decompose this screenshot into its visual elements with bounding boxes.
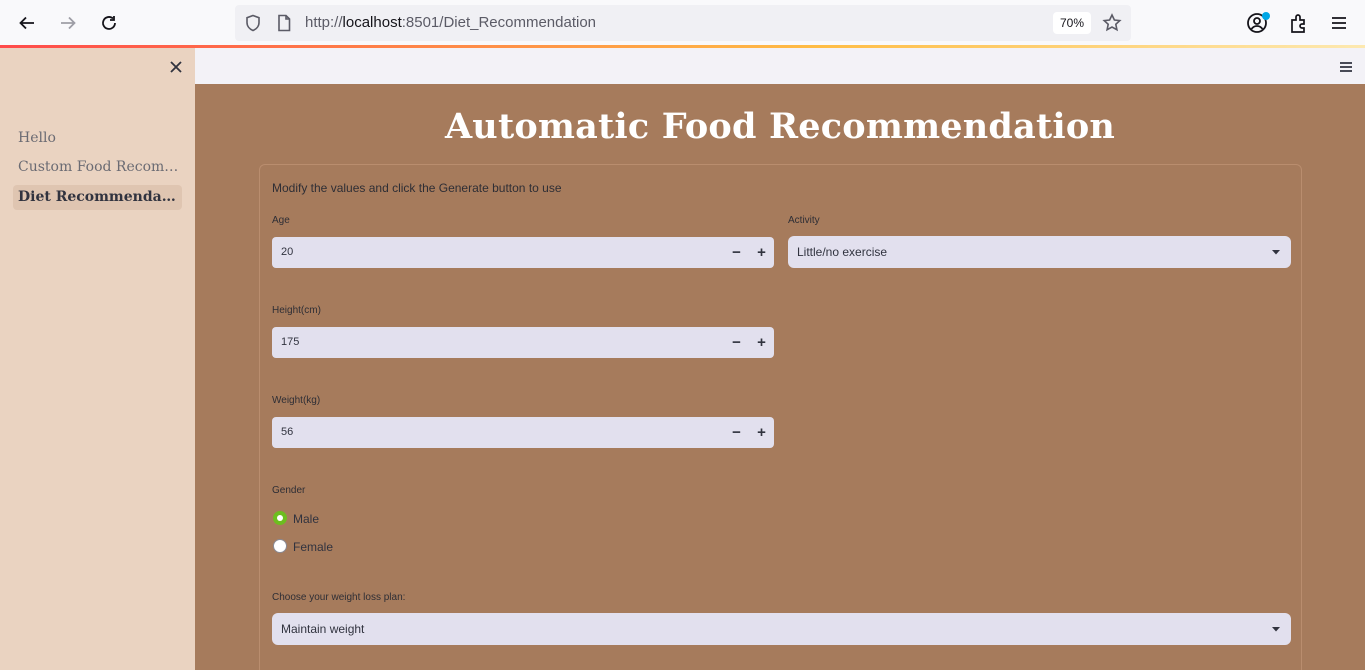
weight-value[interactable]: 56 bbox=[281, 426, 293, 438]
page-title: Automatic Food Recommendation bbox=[444, 106, 1116, 147]
form-instructions: Modify the values and click the Generate… bbox=[272, 181, 562, 195]
sidebar-item-custom-food-recommendation[interactable]: Custom Food Recommendation bbox=[13, 155, 182, 180]
weight-increment-button[interactable]: + bbox=[749, 417, 774, 448]
age-decrement-button[interactable]: − bbox=[724, 237, 749, 268]
height-increment-button[interactable]: + bbox=[749, 327, 774, 358]
weight-loss-plan-label: Choose your weight loss plan: bbox=[272, 592, 406, 603]
forward-icon[interactable] bbox=[55, 10, 81, 36]
height-label: Height(cm) bbox=[272, 305, 321, 316]
weight-loss-plan-value: Maintain weight bbox=[281, 622, 365, 636]
activity-select[interactable]: Little/no exercise bbox=[788, 236, 1291, 268]
age-value[interactable]: 20 bbox=[281, 246, 293, 258]
url-text[interactable]: http://localhost:8501/Diet_Recommendatio… bbox=[305, 14, 596, 31]
sidebar-item-diet-recommendation[interactable]: Diet Recommendation bbox=[13, 185, 182, 210]
gender-option-female-label[interactable]: Female bbox=[293, 540, 333, 554]
close-sidebar-icon[interactable] bbox=[168, 59, 184, 75]
zoom-level-badge[interactable]: 70% bbox=[1053, 12, 1091, 34]
activity-label: Activity bbox=[788, 215, 820, 226]
reload-icon[interactable] bbox=[96, 10, 122, 36]
bookmark-star-icon[interactable] bbox=[1102, 13, 1122, 33]
height-input[interactable]: 175 − + bbox=[272, 327, 774, 358]
menu-icon[interactable] bbox=[1328, 12, 1350, 34]
chevron-down-icon bbox=[1272, 627, 1280, 632]
weight-input[interactable]: 56 − + bbox=[272, 417, 774, 448]
height-value[interactable]: 175 bbox=[281, 336, 299, 348]
weight-label: Weight(kg) bbox=[272, 395, 321, 406]
gender-radio-female[interactable] bbox=[273, 539, 287, 553]
age-label: Age bbox=[272, 215, 290, 226]
page-info-icon[interactable] bbox=[275, 14, 293, 32]
shield-icon[interactable] bbox=[244, 14, 262, 32]
browser-toolbar: http://localhost:8501/Diet_Recommendatio… bbox=[0, 0, 1365, 46]
weight-loss-plan-select[interactable]: Maintain weight bbox=[272, 613, 1291, 645]
extensions-icon[interactable] bbox=[1288, 12, 1310, 34]
gender-label: Gender bbox=[272, 485, 306, 496]
back-icon[interactable] bbox=[14, 10, 40, 36]
gender-option-male-label[interactable]: Male bbox=[293, 512, 319, 526]
age-increment-button[interactable]: + bbox=[749, 237, 774, 268]
chevron-down-icon bbox=[1272, 250, 1280, 255]
app-menu-icon[interactable] bbox=[1338, 60, 1354, 74]
account-notification-dot bbox=[1262, 12, 1270, 20]
age-input[interactable]: 20 − + bbox=[272, 237, 774, 268]
app-header bbox=[195, 48, 1365, 84]
url-bar[interactable]: http://localhost:8501/Diet_Recommendatio… bbox=[235, 5, 1131, 41]
weight-decrement-button[interactable]: − bbox=[724, 417, 749, 448]
gender-radio-male[interactable] bbox=[273, 511, 287, 525]
activity-value: Little/no exercise bbox=[797, 245, 888, 259]
height-decrement-button[interactable]: − bbox=[724, 327, 749, 358]
sidebar-item-hello[interactable]: Hello bbox=[13, 126, 182, 151]
